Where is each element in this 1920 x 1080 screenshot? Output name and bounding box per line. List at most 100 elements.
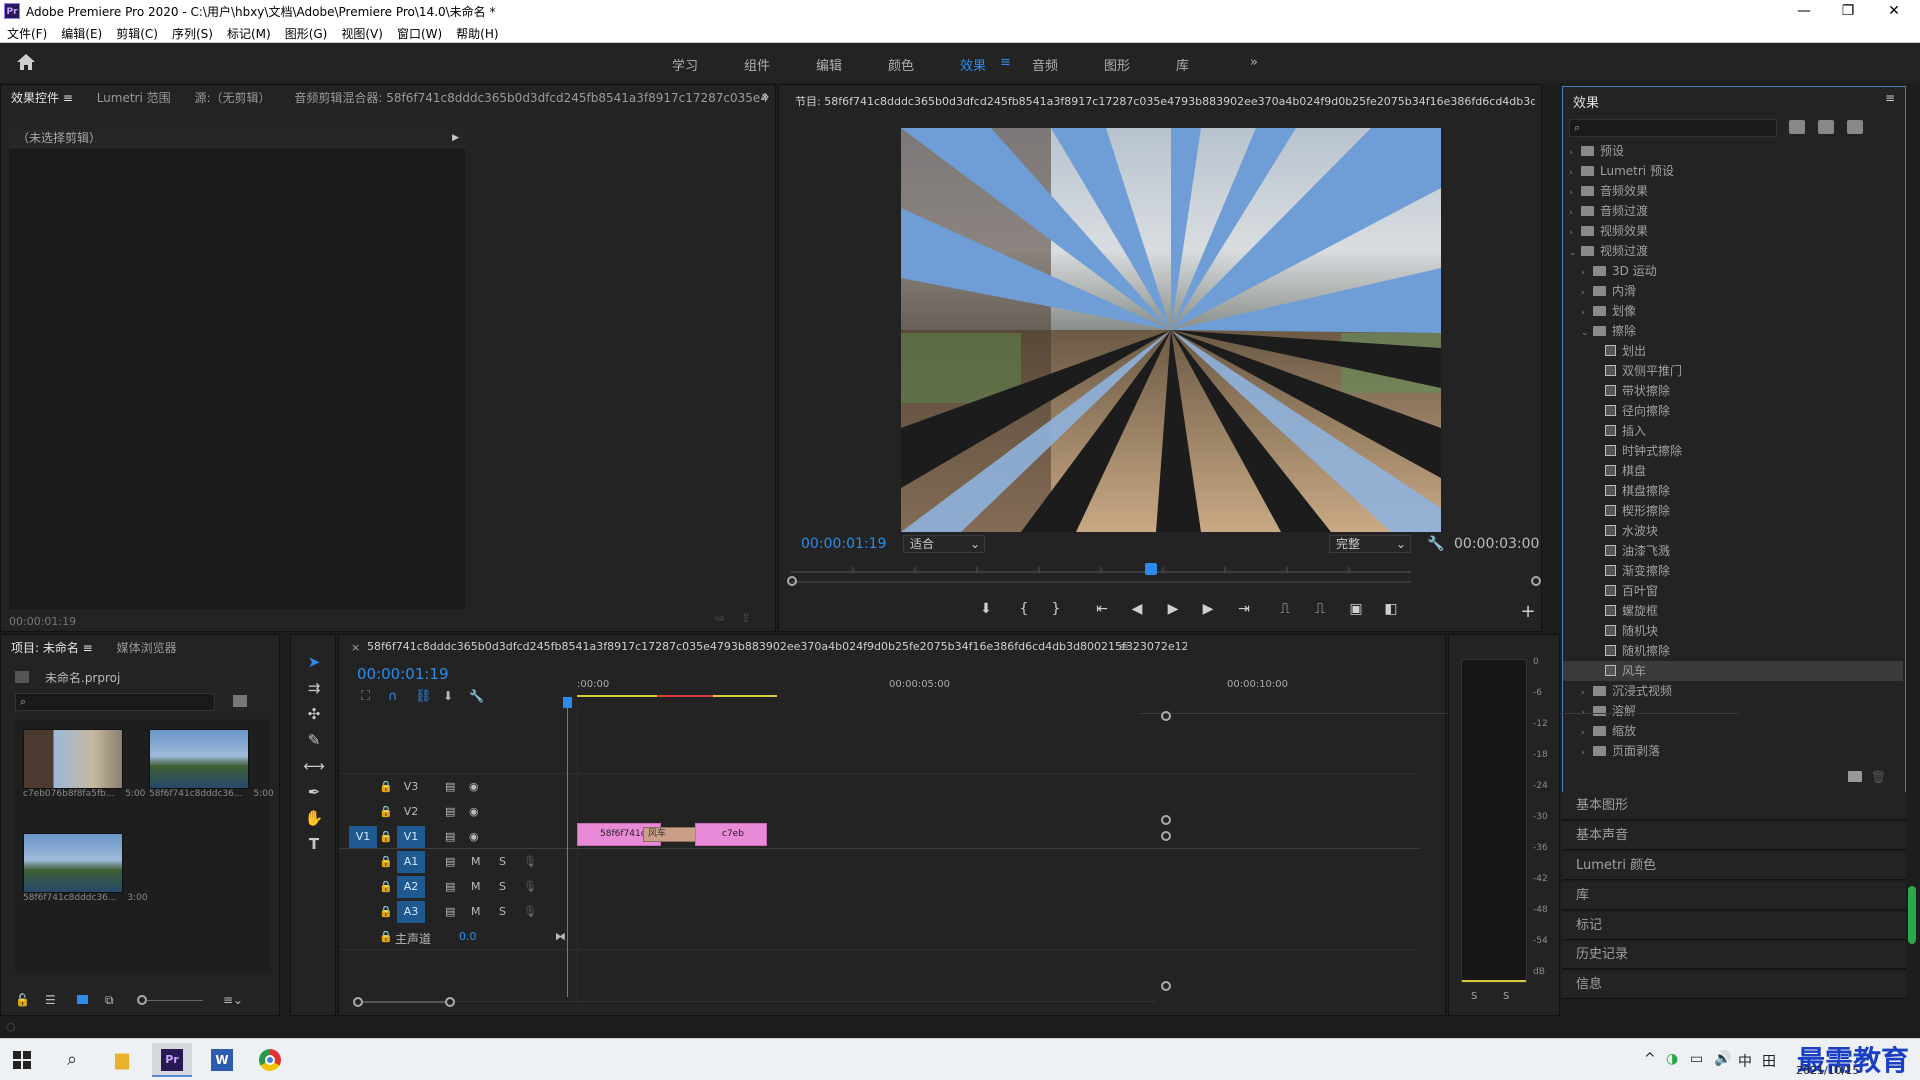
v-scroll-handle[interactable] bbox=[1161, 711, 1171, 721]
panel-info[interactable]: 信息 bbox=[1562, 971, 1906, 999]
chevron-down-icon[interactable]: ⌄ bbox=[1569, 243, 1581, 263]
sync-lock-icon[interactable]: ▤ bbox=[445, 855, 455, 868]
tab-source[interactable]: 源:（无剪辑） bbox=[184, 85, 280, 111]
menu-help[interactable]: 帮助(H) bbox=[449, 22, 505, 42]
chevron-down-icon[interactable]: ⌄ bbox=[1581, 323, 1593, 343]
workspace-effects[interactable]: 效果 bbox=[960, 55, 986, 74]
effects-folder[interactable]: › 视频效果 bbox=[1563, 221, 1903, 241]
effects-folder[interactable]: › 音频过渡 bbox=[1563, 201, 1903, 221]
button-editor-plus-icon[interactable]: + bbox=[1517, 601, 1539, 622]
workspace-assembly[interactable]: 组件 bbox=[744, 55, 770, 74]
new-search-bin-icon[interactable] bbox=[233, 695, 247, 707]
selection-tool-icon[interactable]: ➤ bbox=[302, 653, 326, 675]
zoom-slider-handle[interactable] bbox=[137, 995, 147, 1005]
tab-media-browser[interactable]: 媒体浏览器 bbox=[107, 635, 187, 661]
effect-item[interactable]: 风车 bbox=[1563, 661, 1903, 681]
chevron-right-icon[interactable]: › bbox=[1581, 723, 1593, 743]
new-bin-folder-icon[interactable] bbox=[1848, 771, 1862, 782]
workspace-menu-icon[interactable]: ≡ bbox=[1000, 55, 1011, 70]
razor-tool-icon[interactable]: ✎ bbox=[302, 731, 326, 753]
project-search-input[interactable]: ⌕ bbox=[15, 693, 215, 711]
lock-icon[interactable]: 🔓 bbox=[15, 993, 30, 1007]
effects-folder[interactable]: ⌄ 视频过渡 bbox=[1563, 241, 1903, 261]
solo-button[interactable]: S bbox=[499, 855, 506, 868]
workspace-color[interactable]: 颜色 bbox=[888, 55, 914, 74]
program-current-timecode[interactable]: 00:00:01:19 bbox=[801, 536, 886, 552]
extract-icon[interactable]: ⎍ bbox=[1309, 601, 1331, 617]
export-icon[interactable]: ⇪ bbox=[741, 611, 751, 625]
workspace-graphics[interactable]: 图形 bbox=[1104, 55, 1130, 74]
sync-lock-icon[interactable]: ▤ bbox=[445, 805, 455, 818]
monitor-scroll-bar[interactable] bbox=[791, 581, 1411, 583]
menu-sequence[interactable]: 序列(S) bbox=[165, 22, 220, 42]
accelerated-effects-icon[interactable] bbox=[1789, 120, 1805, 134]
yuv-effects-icon[interactable] bbox=[1847, 120, 1863, 134]
mute-button[interactable]: M bbox=[471, 855, 481, 868]
playback-resolution-dropdown[interactable]: 完整 ⌄ bbox=[1329, 535, 1411, 553]
tab-project[interactable]: 项目: 未命名 ≡ bbox=[1, 635, 103, 661]
add-marker-icon[interactable]: ⬇ bbox=[443, 689, 453, 703]
effect-item[interactable]: 随机块 bbox=[1563, 621, 1903, 641]
chevron-right-icon[interactable]: › bbox=[1581, 303, 1593, 323]
effect-item[interactable]: 百叶窗 bbox=[1563, 581, 1903, 601]
windows-start-icon[interactable] bbox=[2, 1043, 42, 1077]
play-only-icon[interactable]: ▶ bbox=[452, 129, 459, 147]
menu-marker[interactable]: 标记(M) bbox=[220, 22, 278, 42]
effects-folder[interactable]: › 划像 bbox=[1563, 301, 1903, 321]
workspace-overflow-icon[interactable]: » bbox=[1250, 55, 1258, 70]
tray-overflow-icon[interactable]: ^ bbox=[1644, 1051, 1656, 1067]
effect-item[interactable]: 棋盘擦除 bbox=[1563, 481, 1903, 501]
go-to-end-icon[interactable]: ⧓ bbox=[555, 930, 566, 943]
voice-over-mic-icon[interactable]: 🎙 bbox=[523, 880, 537, 893]
v-scroll-handle[interactable] bbox=[1161, 981, 1171, 991]
scroll-handle-right[interactable] bbox=[1531, 576, 1541, 586]
effect-item[interactable]: 随机擦除 bbox=[1563, 641, 1903, 661]
track-label-v1[interactable]: V1 bbox=[397, 826, 425, 848]
panel-essential-graphics[interactable]: 基本图形 bbox=[1562, 792, 1906, 820]
icon-view-icon[interactable] bbox=[77, 995, 88, 1004]
chevron-right-icon[interactable]: › bbox=[1581, 283, 1593, 303]
tab-effect-controls[interactable]: 效果控件 ≡ bbox=[1, 85, 83, 111]
v-scroll-handle[interactable] bbox=[1161, 831, 1171, 841]
lock-icon[interactable]: 🔒 bbox=[379, 880, 393, 893]
nest-toggle-icon[interactable]: ⛶ bbox=[361, 689, 370, 704]
project-item[interactable]: c7eb076b8f8fa5fb... 5:00 bbox=[23, 729, 145, 799]
eye-icon[interactable]: ◉ bbox=[469, 805, 479, 818]
track-label-a1[interactable]: A1 bbox=[397, 851, 425, 873]
panel-essential-sound[interactable]: 基本声音 bbox=[1562, 822, 1906, 850]
workspace-libraries[interactable]: 库 bbox=[1176, 55, 1189, 74]
tab-lumetri-scopes[interactable]: Lumetri 范围 bbox=[87, 85, 181, 111]
effect-item[interactable]: 棋盘 bbox=[1563, 461, 1903, 481]
v-scroll-handle[interactable] bbox=[1161, 815, 1171, 825]
timeline-timecode[interactable]: 00:00:01:19 bbox=[357, 665, 449, 683]
effect-item[interactable]: 双侧平推门 bbox=[1563, 361, 1903, 381]
meter-solo-left[interactable]: S bbox=[1471, 991, 1477, 1002]
effect-item[interactable]: 径向擦除 bbox=[1563, 401, 1903, 421]
menu-view[interactable]: 视图(V) bbox=[334, 22, 390, 42]
mute-button[interactable]: M bbox=[471, 905, 481, 918]
scroll-handle-left[interactable] bbox=[787, 576, 797, 586]
tab-audio-clip-mixer[interactable]: 音频剪辑混合器: 58f6f741c8dddc365b0d3dfcd245fb8… bbox=[284, 85, 775, 111]
snap-magnet-icon[interactable]: ∩ bbox=[388, 689, 398, 704]
panel-history[interactable]: 历史记录 bbox=[1562, 941, 1906, 969]
h-scroll-bar[interactable] bbox=[363, 1001, 447, 1003]
home-icon[interactable] bbox=[16, 52, 40, 74]
workspace-audio[interactable]: 音频 bbox=[1032, 55, 1058, 74]
pen-tool-icon[interactable]: ✒ bbox=[302, 783, 326, 805]
effects-folder[interactable]: › 3D 运动 bbox=[1563, 261, 1903, 281]
sync-lock-icon[interactable]: ▤ bbox=[445, 830, 455, 843]
menu-edit[interactable]: 编辑(E) bbox=[54, 22, 109, 42]
panel-lumetri-color[interactable]: Lumetri 颜色 bbox=[1562, 852, 1906, 880]
linked-selection-icon[interactable]: ⛓ bbox=[415, 689, 432, 704]
track-label-v2[interactable]: V2 bbox=[397, 801, 425, 823]
solo-button[interactable]: S bbox=[499, 905, 506, 918]
lock-icon[interactable]: 🔒 bbox=[379, 905, 393, 918]
panel-libraries[interactable]: 库 bbox=[1562, 882, 1906, 910]
lift-icon[interactable]: ⎍ bbox=[1274, 601, 1296, 617]
program-video-frame[interactable] bbox=[901, 128, 1441, 532]
premiere-taskbar-icon[interactable]: Pr bbox=[152, 1043, 192, 1077]
h-scroll-handle-left[interactable] bbox=[353, 997, 363, 1007]
chevron-right-icon[interactable]: › bbox=[1569, 163, 1581, 183]
list-view-icon[interactable]: ☰ bbox=[45, 993, 56, 1007]
mute-button[interactable]: M bbox=[471, 880, 481, 893]
